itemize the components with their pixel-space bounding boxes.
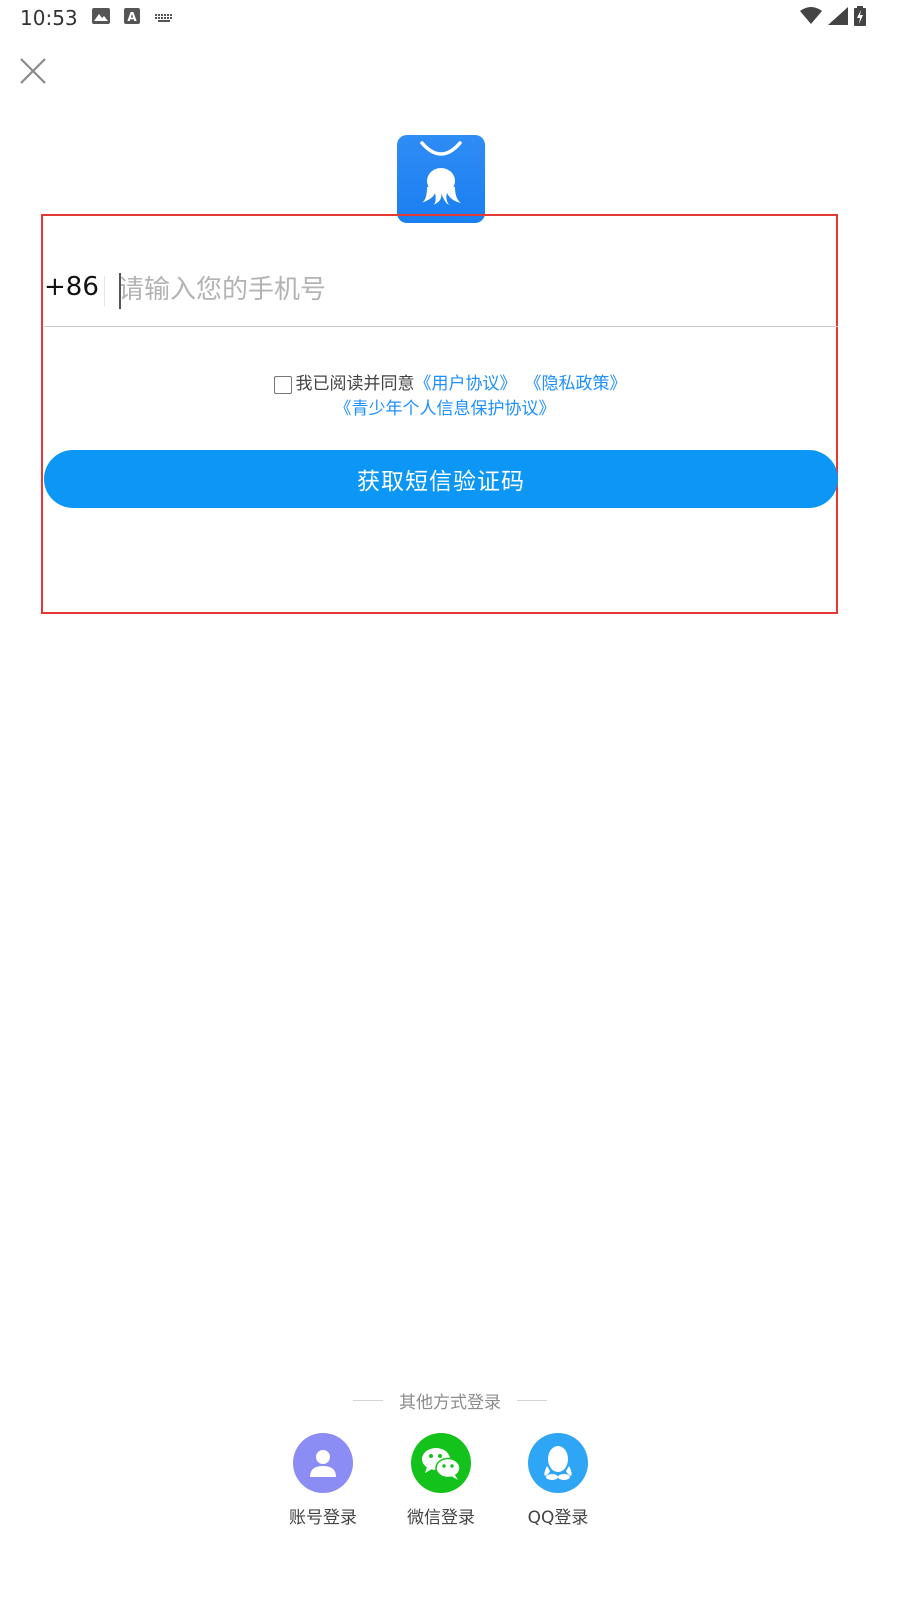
user-agreement-link[interactable]: 《用户协议》 bbox=[415, 372, 517, 397]
user-icon bbox=[293, 1433, 353, 1493]
qq-icon bbox=[528, 1433, 588, 1493]
wifi-icon bbox=[800, 7, 822, 29]
battery-charging-icon bbox=[854, 6, 866, 30]
account-login-label: 账号登录 bbox=[289, 1508, 357, 1528]
agreement-line-1: 我已阅读并同意 《用户协议》 《隐私政策》 bbox=[0, 372, 900, 397]
country-code[interactable]: +86 bbox=[44, 272, 99, 302]
app-logo bbox=[397, 135, 485, 223]
phone-input-row: +86 bbox=[44, 258, 838, 327]
agreement-section: 我已阅读并同意 《用户协议》 《隐私政策》 《青少年个人信息保护协议》 bbox=[0, 372, 900, 422]
close-button[interactable] bbox=[18, 56, 48, 86]
other-login-title-text: 其他方式登录 bbox=[399, 1393, 501, 1413]
close-icon bbox=[20, 58, 46, 84]
title-line-right bbox=[517, 1400, 547, 1401]
keyboard-icon bbox=[154, 9, 174, 28]
country-code-divider bbox=[104, 276, 105, 306]
agreement-checkbox[interactable] bbox=[273, 375, 292, 394]
other-login-title: 其他方式登录 bbox=[0, 1388, 900, 1413]
text-a-icon: A bbox=[124, 8, 140, 28]
wechat-login-option[interactable]: 微信登录 bbox=[391, 1433, 491, 1528]
privacy-policy-link[interactable]: 《隐私政策》 bbox=[525, 372, 627, 397]
shopping-bag-octopus-logo bbox=[420, 141, 462, 205]
wechat-login-label: 微信登录 bbox=[407, 1508, 475, 1528]
status-time: 10:53 bbox=[20, 6, 78, 30]
minor-protection-link[interactable]: 《青少年个人信息保护协议》 bbox=[335, 399, 556, 419]
phone-number-input[interactable] bbox=[118, 266, 818, 314]
title-line-left bbox=[353, 1400, 383, 1401]
qq-login-option[interactable]: QQ登录 bbox=[508, 1433, 608, 1528]
text-caret bbox=[119, 273, 121, 309]
agreement-prefix: 我已阅读并同意 bbox=[295, 374, 415, 394]
status-icons-right bbox=[800, 6, 866, 30]
agreement-line-2: 《青少年个人信息保护协议》 bbox=[0, 397, 900, 422]
login-page: 10:53 A +86 请输入您的手机号 我已阅读并同意 《用户协议》 《隐私政… bbox=[0, 0, 900, 1600]
account-login-option[interactable]: 账号登录 bbox=[273, 1433, 373, 1528]
image-icon bbox=[92, 8, 110, 28]
wechat-icon bbox=[411, 1433, 471, 1493]
status-bar: 10:53 A bbox=[0, 0, 900, 36]
get-sms-code-button[interactable]: 获取短信验证码 bbox=[44, 450, 838, 508]
qq-login-label: QQ登录 bbox=[527, 1508, 589, 1528]
status-icons-left: A bbox=[92, 8, 174, 28]
svg-text:A: A bbox=[127, 10, 137, 24]
signal-icon bbox=[828, 7, 848, 29]
